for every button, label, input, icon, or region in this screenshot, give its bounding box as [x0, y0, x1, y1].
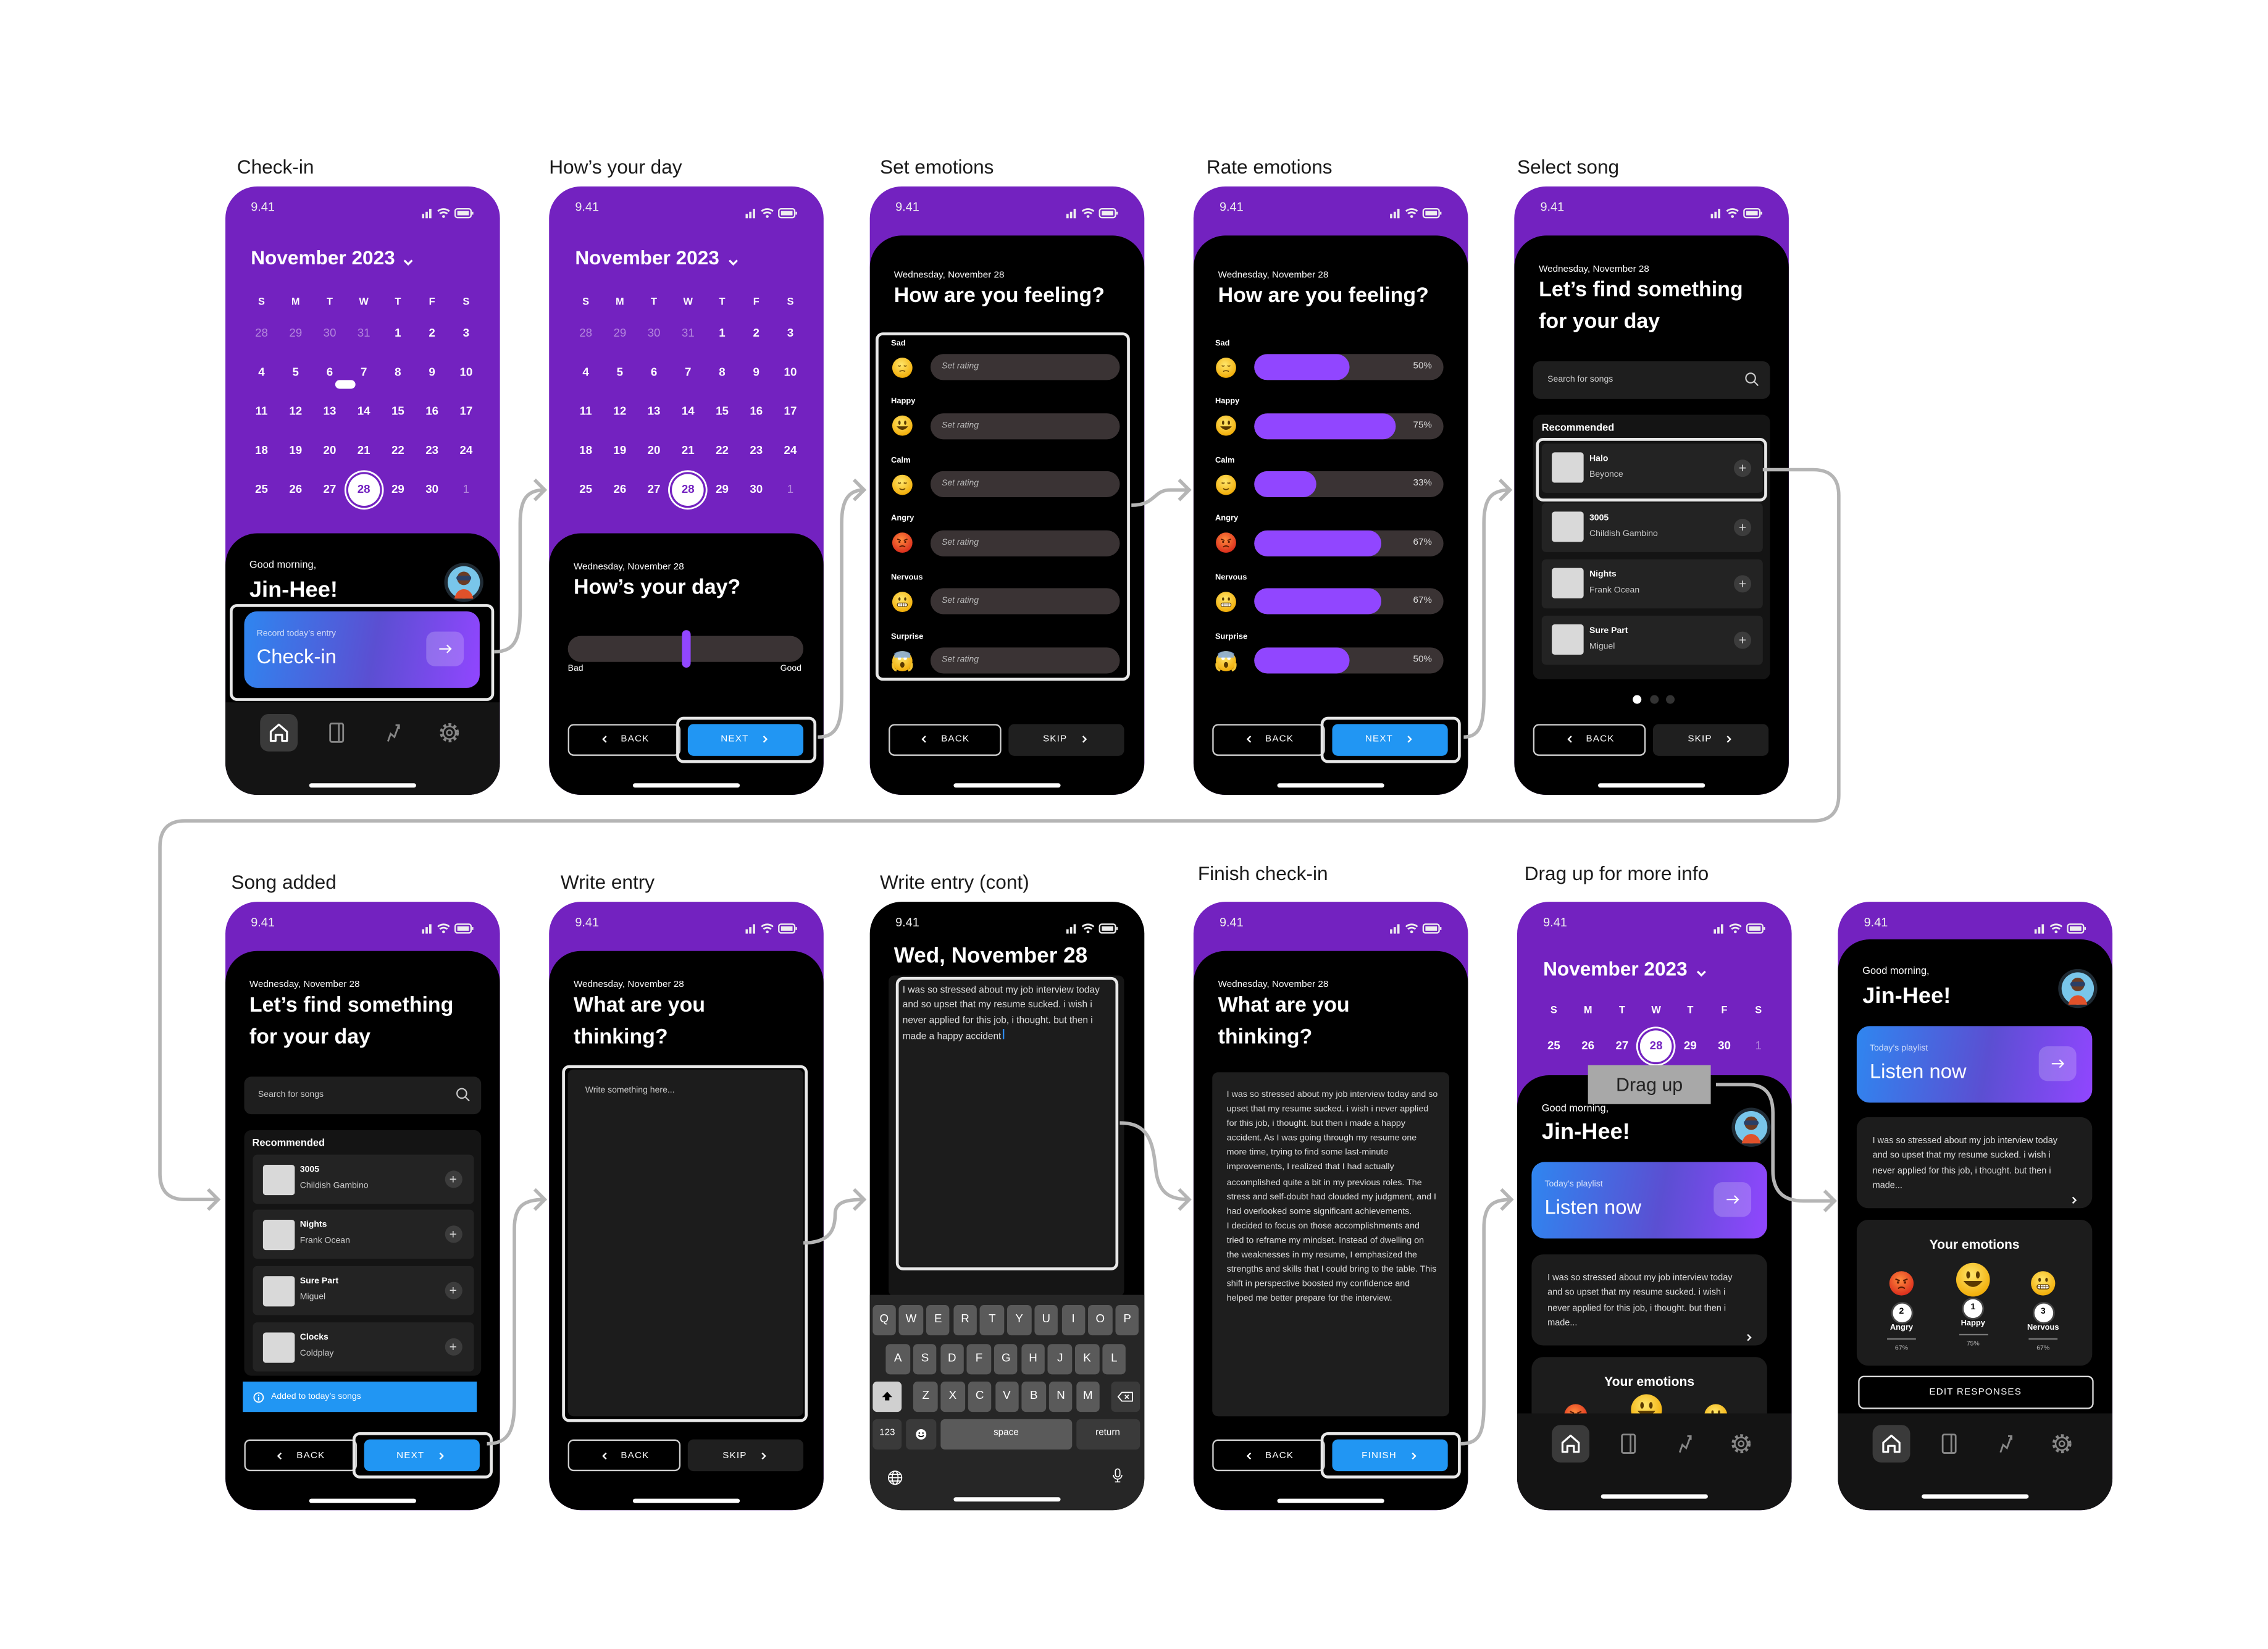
flow-connector	[1463, 488, 1510, 739]
user-flow-canvas: Check-in How’s your day Set emotions Rate e…	[0, 0, 2268, 1649]
flow-connector	[158, 468, 1841, 1202]
flow-connector	[487, 1198, 545, 1446]
flow-connector	[1715, 1083, 1835, 1203]
flow-connector	[1119, 1121, 1189, 1202]
flow-connector	[803, 1198, 864, 1245]
flow-connector	[818, 488, 864, 739]
flow-connector	[1460, 1198, 1512, 1446]
flow-connectors	[158, 468, 1841, 1446]
flow-connector	[494, 488, 545, 654]
